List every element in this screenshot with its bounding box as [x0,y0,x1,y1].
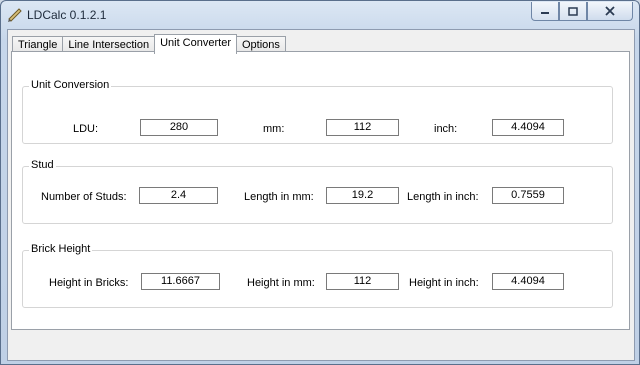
title-bar[interactable]: LDCalc 0.1.2.1 [1,1,639,29]
brick-inch-label: Height in inch: [409,277,479,289]
tab-unit-converter[interactable]: Unit Converter [154,34,237,54]
maximize-button[interactable] [559,2,587,21]
app-icon [8,8,22,22]
brick-mm-label: Height in mm: [247,277,315,289]
ldu-field[interactable]: 280 [140,119,218,136]
tab-strip: Triangle Line Intersection Unit Converte… [12,34,286,54]
stud-title: Stud [29,159,56,171]
unit-conversion-title: Unit Conversion [29,79,112,91]
app-window: LDCalc 0.1.2.1 Triangle Line Intersectio… [0,0,640,365]
brick-mm-field[interactable]: 112 [326,273,399,290]
inch-label: inch: [434,123,458,135]
studs-field[interactable]: 2.4 [139,187,218,204]
inch-field[interactable]: 4.4094 [492,119,564,136]
minimize-icon [541,12,549,14]
studs-label: Number of Studs: [41,191,127,203]
close-button[interactable] [587,2,633,21]
stud-inch-label: Length in inch: [407,191,479,203]
mm-field[interactable]: 112 [326,119,399,136]
mm-label: mm: [263,123,285,135]
minimize-button[interactable] [531,2,559,21]
stud-group: Stud Number of Studs: 2.4 Length in mm: … [22,159,613,224]
close-icon [605,6,615,16]
ldu-label: LDU: [73,123,99,135]
client-area: Triangle Line Intersection Unit Converte… [7,29,635,361]
bricks-field[interactable]: 11.6667 [141,273,220,290]
bricks-label: Height in Bricks: [49,277,129,289]
brick-height-group: Brick Height Height in Bricks: 11.6667 H… [22,243,613,308]
stud-mm-label: Length in mm: [244,191,314,203]
caption-buttons [531,2,633,21]
brick-inch-field[interactable]: 4.4094 [492,273,564,290]
unit-conversion-group: Unit Conversion LDU: 280 mm: 112 inch: 4… [22,79,613,144]
window-title: LDCalc 0.1.2.1 [27,8,107,22]
unit-converter-page: Unit Conversion LDU: 280 mm: 112 inch: 4… [11,51,630,330]
stud-mm-field[interactable]: 19.2 [326,187,399,204]
brick-height-title: Brick Height [29,243,93,255]
maximize-icon [568,6,578,16]
stud-inch-field[interactable]: 0.7559 [492,187,564,204]
